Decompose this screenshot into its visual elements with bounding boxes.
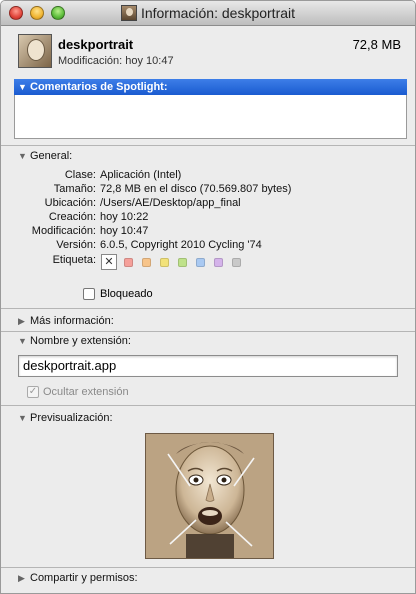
disclosure-open-icon: ▼ — [18, 336, 27, 346]
prop-value: 6.0.5, Copyright 2010 Cycling '74 — [100, 239, 262, 251]
section-preview-label: Previsualización: — [30, 412, 113, 424]
file-size: 72,8 MB — [352, 37, 401, 52]
divider — [1, 405, 415, 406]
divider — [1, 331, 415, 332]
hide-extension-label: Ocultar extensión — [43, 386, 129, 398]
section-name-extension-label: Nombre y extensión: — [30, 335, 131, 347]
prop-value: Aplicación (Intel) — [100, 169, 182, 181]
tag-color-blue[interactable] — [196, 258, 205, 267]
preview-image — [145, 433, 274, 559]
tag-color-red[interactable] — [124, 258, 133, 267]
disclosure-closed-icon: ▶ — [18, 316, 25, 326]
info-window: Información: deskportrait deskportrait 7… — [0, 0, 416, 594]
app-portrait-icon — [120, 5, 137, 21]
filename-input[interactable]: deskportrait.app — [18, 355, 398, 377]
hide-extension-checkbox[interactable]: ✓ — [27, 386, 39, 398]
disclosure-open-icon: ▼ — [18, 151, 27, 161]
divider — [1, 145, 415, 146]
disclosure-closed-icon: ▶ — [18, 573, 25, 583]
prop-value: /Users/AE/Desktop/app_final — [100, 197, 241, 209]
prop-label: Ubicación: — [44, 197, 96, 209]
app-icon — [18, 34, 52, 68]
file-header: deskportrait 72,8 MB Modificación: hoy 1… — [1, 27, 415, 73]
section-more-info-label: Más información: — [30, 315, 114, 327]
divider — [1, 567, 415, 568]
tag-color-yellow[interactable] — [160, 258, 169, 267]
file-name: deskportrait — [58, 37, 134, 52]
prop-label: Etiqueta: — [52, 254, 96, 266]
disclosure-open-icon: ▼ — [18, 82, 27, 92]
spotlight-comments-field[interactable] — [14, 95, 407, 139]
locked-label: Bloqueado — [100, 288, 153, 300]
prop-label: Clase: — [64, 169, 96, 181]
prop-label: Versión: — [56, 239, 96, 251]
section-preview[interactable]: ▼ Previsualización: — [18, 412, 113, 424]
section-general[interactable]: ▼ General: — [18, 150, 72, 162]
locked-checkbox[interactable] — [83, 288, 95, 300]
window-title: Información: deskportrait — [140, 5, 296, 21]
section-name-extension[interactable]: ▼ Nombre y extensión: — [18, 335, 131, 347]
section-more-info[interactable]: ▶ Más información: — [18, 315, 114, 327]
tag-color-purple[interactable] — [214, 258, 223, 267]
file-modification: Modificación: hoy 10:47 — [58, 55, 174, 67]
window-title-wrap: Información: deskportrait — [1, 5, 415, 21]
spotlight-comments-header[interactable]: ▼ Comentarios de Spotlight: — [14, 79, 407, 95]
tag-color-green[interactable] — [178, 258, 187, 267]
tag-color-gray[interactable] — [232, 258, 241, 267]
prop-value: hoy 10:47 — [100, 225, 149, 237]
divider — [1, 308, 415, 309]
prop-label: Creación: — [48, 211, 96, 223]
prop-label: Tamaño: — [53, 183, 96, 195]
tag-color-orange[interactable] — [142, 258, 151, 267]
prop-label: Modificación: — [31, 225, 96, 237]
section-sharing-label: Compartir y permisos: — [30, 572, 138, 584]
tag-clear-button[interactable]: ✕ — [101, 254, 117, 270]
disclosure-open-icon: ▼ — [18, 413, 27, 423]
section-sharing[interactable]: ▶ Compartir y permisos: — [18, 572, 138, 584]
section-general-label: General: — [30, 150, 73, 162]
title-bar[interactable]: Información: deskportrait — [1, 1, 415, 26]
prop-value: 72,8 MB en el disco (70.569.807 bytes) — [100, 183, 292, 195]
spotlight-comments-label: Comentarios de Spotlight: — [30, 81, 168, 93]
prop-value: hoy 10:22 — [100, 211, 149, 223]
